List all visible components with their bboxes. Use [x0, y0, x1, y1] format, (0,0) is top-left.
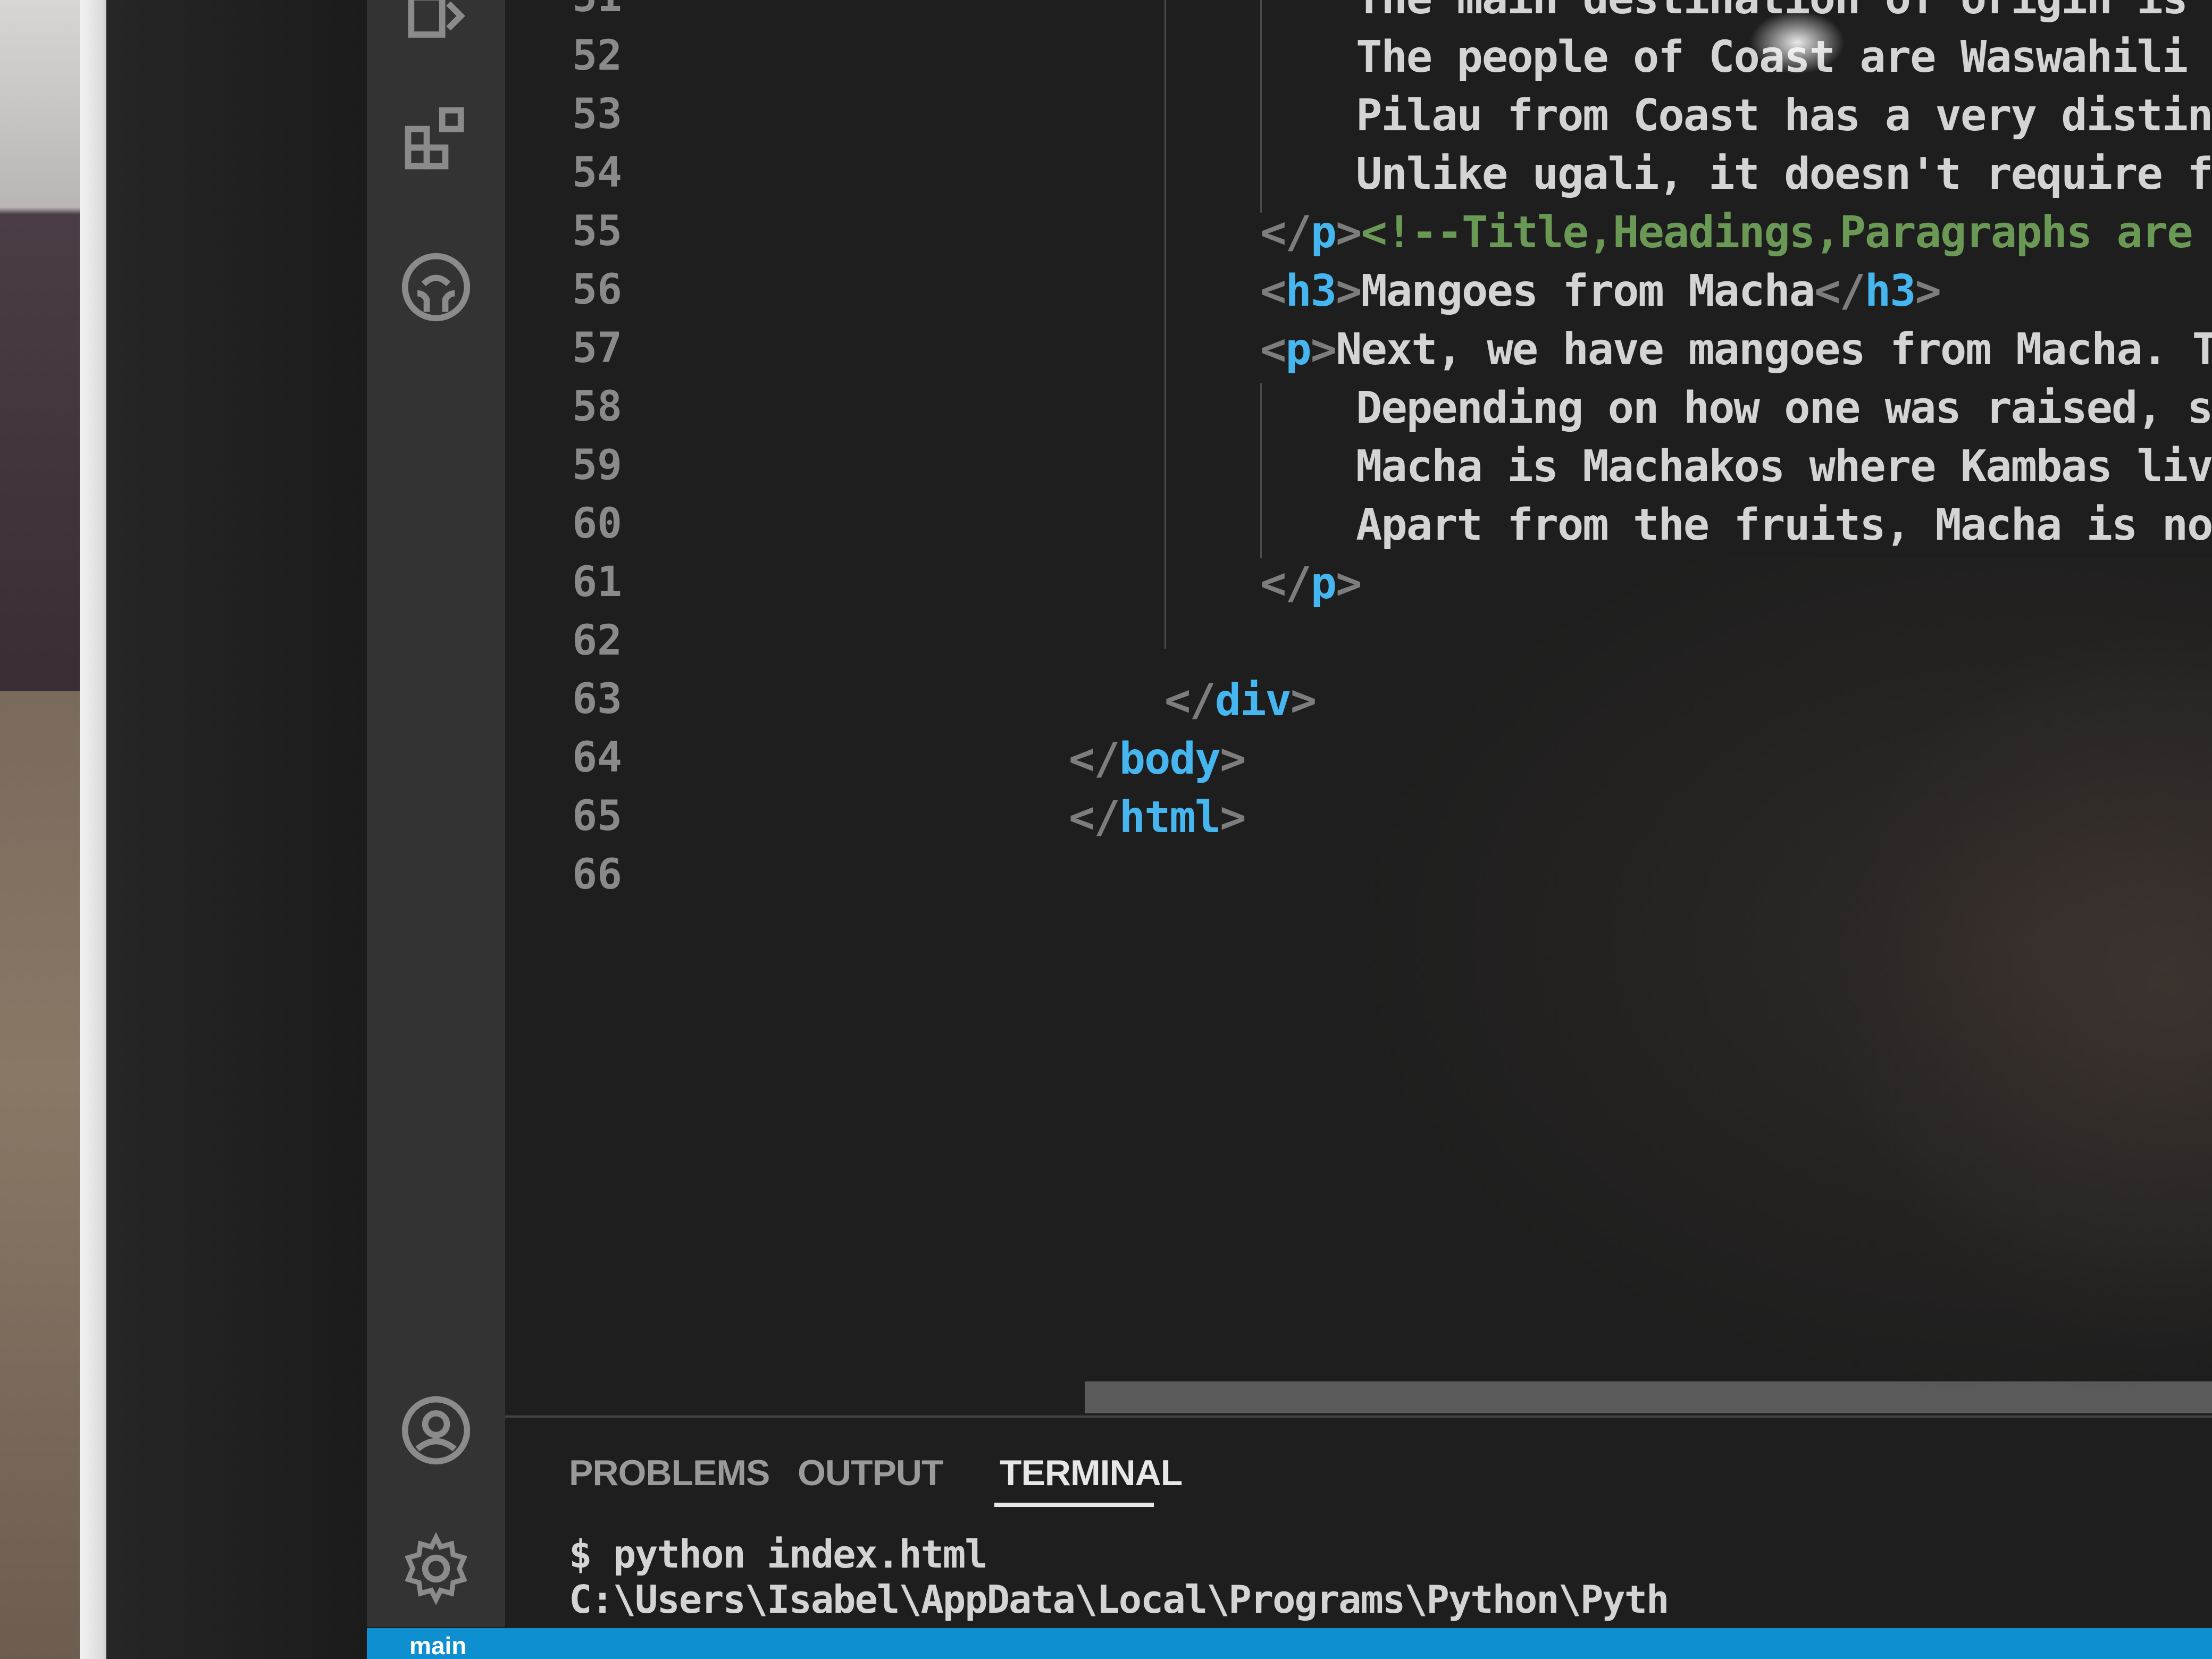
line-number: 61 — [572, 558, 622, 606]
bracket: > — [1915, 266, 1941, 316]
indent-guide — [1260, 0, 1262, 213]
code-text: Macha is Machakos where Kambas live. The… — [1356, 441, 2212, 492]
code-text: Pilau from Coast has a very distinctive … — [1356, 90, 2212, 141]
bracket: > — [1336, 558, 1362, 609]
bracket: > — [1290, 675, 1317, 726]
extensions-icon[interactable] — [399, 101, 473, 175]
bracket: </ — [1260, 558, 1312, 609]
code-editor[interactable]: 51 52 53 54 55 56 57 58 59 60 61 62 63 6… — [505, 0, 2212, 1413]
line-number: 51 — [532, 0, 622, 21]
tab-problems[interactable]: PROBLEMS — [569, 1452, 770, 1494]
bracket: > — [1220, 734, 1246, 784]
line-number: 54 — [572, 149, 622, 197]
active-tab-indicator — [994, 1503, 1154, 1507]
line-number: 65 — [572, 792, 622, 840]
bracket: > — [1310, 324, 1337, 375]
bracket: < — [1260, 324, 1286, 375]
line-number: 63 — [572, 675, 622, 723]
bracket: </ — [1164, 675, 1216, 726]
line-number: 55 — [572, 207, 622, 255]
terminal-output: C:\Users\Isabel\AppData\Local\Programs\P… — [569, 1577, 1669, 1622]
horizontal-scrollbar[interactable] — [1085, 1381, 2212, 1413]
code-line-55: </p><!--Title,Headings,Paragraphs are in… — [1260, 207, 2212, 258]
html-tag: h3 — [1864, 266, 1916, 316]
bottom-panel: PROBLEMS OUTPUT TERMINAL $ python index.… — [505, 1415, 2212, 1630]
bracket: > — [1220, 792, 1246, 843]
bracket: > — [1336, 266, 1362, 316]
code-text: Depending on how one was raised, some pe… — [1356, 383, 2212, 433]
bracket: < — [1260, 266, 1286, 316]
line-number: 52 — [572, 32, 622, 80]
screen-glare — [1749, 11, 1845, 74]
line-number: 57 — [572, 324, 622, 372]
html-comment: <!--Title,Headings,Paragraphs are in-lin… — [1361, 207, 2193, 258]
heading-text: Mangoes from Macha — [1361, 266, 1816, 316]
code-line-61: </p> — [1260, 558, 1362, 609]
indent-guide — [1164, 0, 1166, 649]
activity-bar — [367, 0, 505, 1627]
status-bar: main — [367, 1628, 2212, 1659]
bracket: </ — [1069, 792, 1120, 843]
line-number: 58 — [572, 383, 622, 431]
html-tag: body — [1119, 734, 1221, 784]
code-line-63: </div> — [1164, 675, 1317, 726]
line-number: 56 — [572, 266, 622, 314]
monitor-bezel — [106, 0, 367, 1659]
html-tag: h3 — [1285, 266, 1337, 316]
indent-guide — [1260, 383, 1262, 558]
html-tag: p — [1285, 324, 1311, 375]
bracket: </ — [1260, 207, 1312, 258]
code-line-57: <p>Next, we have mangoes from Macha. The… — [1260, 324, 2212, 375]
code-line-56: <h3>Mangoes from Macha</h3> — [1260, 266, 1941, 316]
bracket: </ — [1069, 734, 1120, 784]
line-number-gutter: 51 52 53 54 55 56 57 58 59 60 61 62 63 6… — [505, 0, 633, 1393]
settings-gear-icon[interactable] — [399, 1531, 473, 1606]
github-icon[interactable] — [399, 250, 473, 324]
code-text: Apart from the fruits, Macha is not a ho… — [1356, 500, 2212, 550]
remote-icon[interactable] — [399, 0, 473, 53]
vscode-window: 51 52 53 54 55 56 57 58 59 60 61 62 63 6… — [367, 0, 2212, 1659]
line-number: 60 — [572, 500, 622, 548]
code-line-65: </html> — [1069, 792, 1246, 843]
line-number: 59 — [572, 441, 622, 489]
html-tag: p — [1310, 207, 1337, 258]
bracket: </ — [1814, 266, 1866, 316]
code-text: Unlike ugali, it doesn't require flour, … — [1356, 149, 2212, 199]
html-tag: html — [1119, 792, 1221, 843]
paragraph-text: Next, we have mangoes from Macha. They a… — [1336, 324, 2212, 375]
line-number: 53 — [572, 90, 622, 138]
branch-indicator[interactable]: main — [409, 1631, 466, 1659]
code-line-64: </body> — [1069, 734, 1246, 784]
bracket: > — [1336, 207, 1362, 258]
tab-terminal[interactable]: TERMINAL — [1000, 1452, 1183, 1494]
line-number: 66 — [572, 851, 622, 899]
line-number: 62 — [572, 617, 622, 665]
tab-output[interactable]: OUTPUT — [798, 1452, 944, 1494]
line-number: 64 — [572, 734, 622, 782]
html-tag: p — [1310, 558, 1337, 609]
html-tag: div — [1214, 675, 1292, 726]
terminal-command: $ python index.html — [569, 1532, 988, 1577]
account-icon[interactable] — [399, 1393, 473, 1468]
